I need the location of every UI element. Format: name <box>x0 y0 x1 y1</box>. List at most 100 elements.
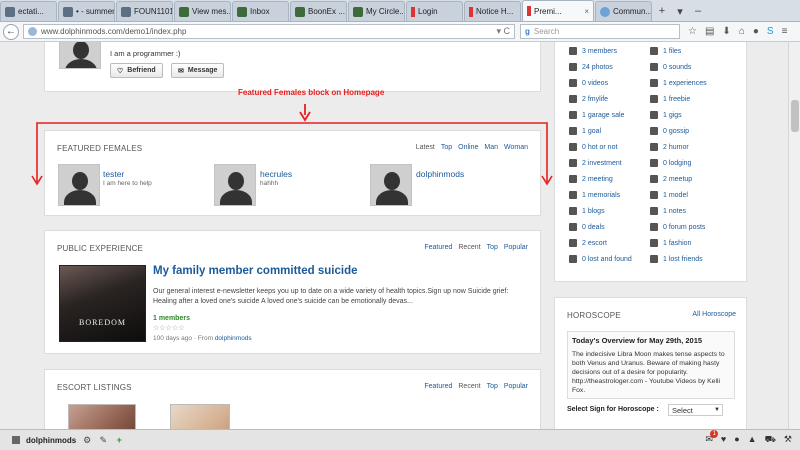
stat-item[interactable]: 0 gossip <box>650 127 689 135</box>
filter-featured[interactable]: Featured <box>424 383 452 390</box>
tab-list-dropdown-icon[interactable]: ▾ <box>671 1 689 21</box>
browser-tab[interactable]: ectati... <box>0 1 57 21</box>
stat-label: 3 members <box>582 47 618 55</box>
experience-members[interactable]: 1 members <box>153 315 190 322</box>
browser-tab[interactable]: BoonEx ... <box>290 1 347 21</box>
toolbar-username[interactable]: dolphinmods <box>26 436 76 445</box>
filter-featured[interactable]: Featured <box>424 244 452 251</box>
stat-item[interactable]: 1 fashion <box>650 239 691 247</box>
member-name-dolphinmods[interactable]: dolphinmods <box>416 169 464 179</box>
stat-item[interactable]: 1 files <box>650 47 681 55</box>
cart-icon[interactable]: ⛟ <box>765 434 776 446</box>
browser-tab[interactable]: Commun... <box>595 1 652 21</box>
site-toolbar: dolphinmods ⚙ ✎ + ✉ 1 ♥ ● ▲ ⛟ ⚒ <box>0 429 800 450</box>
member-avatar-dolphinmods[interactable] <box>370 164 412 206</box>
filter-top[interactable]: Top <box>487 244 498 251</box>
reading-list-icon[interactable]: ▤ <box>705 26 714 37</box>
filter-recent[interactable]: Recent <box>458 244 480 251</box>
browser-tab[interactable]: My Circle... <box>348 1 405 21</box>
member-name-tester[interactable]: tester <box>103 169 124 179</box>
stat-item[interactable]: 1 memorials <box>569 191 620 199</box>
filter-top[interactable]: Top <box>487 383 498 390</box>
meta-author[interactable]: dolphinmods <box>215 335 252 342</box>
stat-item[interactable]: 1 blogs <box>569 207 605 215</box>
member-name-hecrules[interactable]: hecrules <box>260 169 292 179</box>
home-icon[interactable]: ⌂ <box>739 26 745 37</box>
mail-icon[interactable]: ✉ 1 <box>705 430 719 446</box>
stat-item[interactable]: 1 gigs <box>650 111 682 119</box>
new-tab-button[interactable]: + <box>653 1 671 21</box>
menu-icon[interactable]: ≡ <box>782 26 788 37</box>
heart-icon[interactable]: ♥ <box>721 434 726 446</box>
filter-woman[interactable]: Woman <box>504 144 528 151</box>
url-bar[interactable]: www.dolphinmods.com/demo1/index.php ▾ C <box>23 24 515 39</box>
stat-item[interactable]: 1 model <box>650 191 688 199</box>
download-icon[interactable]: ⬇ <box>722 26 730 37</box>
minimize-icon[interactable]: – <box>689 1 707 21</box>
experience-thumbnail[interactable]: BOREDOM <box>59 265 146 342</box>
filter-popular[interactable]: Popular <box>504 244 528 251</box>
filter-online[interactable]: Online <box>458 144 478 151</box>
browser-tab-active[interactable]: Premi... × <box>522 0 594 21</box>
stat-label: 0 forum posts <box>663 223 706 231</box>
stat-item[interactable]: 1 freebie <box>650 95 690 103</box>
stat-item[interactable]: 2 humor <box>650 143 689 151</box>
lock-icon[interactable]: ▲ <box>748 434 757 446</box>
add-icon[interactable]: + <box>114 435 124 445</box>
stat-label: 1 memorials <box>582 191 621 199</box>
gear-icon[interactable]: ⚙ <box>82 435 92 445</box>
page-scrollbar[interactable] <box>788 42 800 429</box>
chat-icon[interactable]: ● <box>753 26 759 37</box>
stat-item[interactable]: 2 meeting <box>569 175 613 183</box>
horoscope-sign-select[interactable]: Select ▼ <box>668 404 723 416</box>
browser-tab[interactable]: • - summer st... <box>58 1 115 21</box>
browser-tab[interactable]: View mes... <box>174 1 231 21</box>
skype-icon[interactable]: S <box>767 26 774 37</box>
stat-item[interactable]: 1 garage sale <box>569 111 624 119</box>
browser-tab[interactable]: Inbox <box>232 1 289 21</box>
browser-tab[interactable]: Notice H... <box>464 1 521 21</box>
stat-item[interactable]: 1 notes <box>650 207 686 215</box>
reload-icon[interactable]: ▾ C <box>496 26 510 37</box>
escort-photo[interactable] <box>68 404 136 429</box>
close-tab-icon[interactable]: × <box>584 7 589 16</box>
rating-stars[interactable]: ☆☆☆☆☆ <box>153 324 184 332</box>
escort-photo[interactable] <box>170 404 230 429</box>
stat-item[interactable]: 0 lodging <box>650 159 691 167</box>
stat-item[interactable]: 1 lost friends <box>650 255 703 263</box>
stat-item[interactable]: 2 investment <box>569 159 622 167</box>
filter-popular[interactable]: Popular <box>504 383 528 390</box>
bookmark-star-icon[interactable]: ☆ <box>688 26 697 37</box>
stat-item[interactable]: 0 sounds <box>650 63 691 71</box>
browser-nav-bar: ← www.dolphinmods.com/demo1/index.php ▾ … <box>0 22 800 42</box>
user-square-icon[interactable] <box>12 436 20 444</box>
scrollbar-thumb[interactable] <box>791 100 799 132</box>
stat-item[interactable]: 3 members <box>569 47 617 55</box>
stat-item[interactable]: 0 forum posts <box>650 223 705 231</box>
stat-item[interactable]: 0 deals <box>569 223 605 231</box>
stat-item[interactable]: 0 videos <box>569 79 608 87</box>
edit-icon[interactable]: ✎ <box>98 435 108 445</box>
stat-item[interactable]: 2 fmylife <box>569 95 608 103</box>
browser-tab[interactable]: FOUN1101_3:... <box>116 1 173 21</box>
member-avatar-tester[interactable] <box>58 164 100 206</box>
stat-item[interactable]: 1 goal <box>569 127 601 135</box>
filter-recent[interactable]: Recent <box>458 383 480 390</box>
user-icon[interactable]: ● <box>734 434 739 446</box>
stat-item[interactable]: 2 meetup <box>650 175 692 183</box>
all-horoscope-link[interactable]: All Horoscope <box>692 311 736 318</box>
stat-item[interactable]: 2 escort <box>569 239 607 247</box>
stat-item[interactable]: 24 photos <box>569 63 613 71</box>
experience-title[interactable]: My family member committed suicide <box>153 265 358 277</box>
stat-item[interactable]: 0 lost and found <box>569 255 632 263</box>
filter-man[interactable]: Man <box>484 144 498 151</box>
filter-top[interactable]: Top <box>441 144 452 151</box>
stat-item[interactable]: 1 experiences <box>650 79 707 87</box>
wrench-icon[interactable]: ⚒ <box>784 434 792 446</box>
stat-item[interactable]: 0 hot or not <box>569 143 617 151</box>
back-button[interactable]: ← <box>3 23 19 40</box>
filter-latest[interactable]: Latest <box>416 144 435 151</box>
member-avatar-hecrules[interactable] <box>214 164 256 206</box>
browser-tab[interactable]: Login <box>406 1 463 21</box>
search-input[interactable]: g Search <box>520 24 680 39</box>
